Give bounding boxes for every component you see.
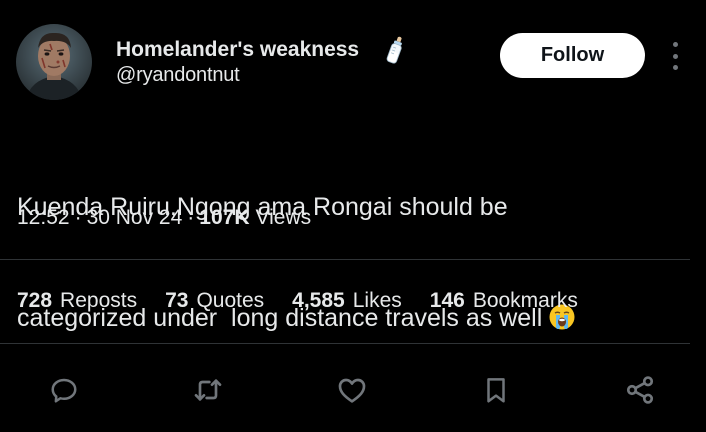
like-icon[interactable]	[334, 372, 370, 408]
views-label: Views	[255, 206, 312, 229]
views-count: 107K	[199, 206, 250, 229]
reposts-stat[interactable]: 728 Reposts	[17, 289, 137, 313]
quotes-label: Quotes	[196, 289, 265, 312]
reposts-label: Reposts	[60, 289, 138, 312]
bookmarks-count: 146	[429, 289, 465, 312]
author-handle[interactable]: @ryandontnut	[116, 64, 240, 87]
divider-top	[0, 259, 690, 260]
likes-count: 4,585	[292, 289, 345, 312]
tweet-text: Kuenda Ruiru,Ngong ama Rongai should be …	[17, 115, 677, 374]
meta-separator-1: ·	[74, 206, 82, 229]
bookmarks-label: Bookmarks	[472, 289, 578, 312]
engagement-stats: 728 Reposts 73 Quotes 4,585 Likes 146 Bookma…	[17, 289, 578, 313]
bookmarks-stat[interactable]: 146 Bookmarks	[430, 289, 578, 313]
baby-bottle-icon	[383, 36, 407, 66]
meta-separator-2: ·	[187, 206, 195, 229]
tweet-meta: 12:52 · 30 Nov 24 · 107K Views	[17, 206, 311, 230]
bookmark-icon[interactable]	[478, 372, 514, 408]
repost-icon[interactable]	[190, 372, 226, 408]
author-display-name[interactable]: Homelander's weakness	[116, 38, 359, 62]
likes-label: Likes	[352, 289, 402, 312]
dot-2	[672, 53, 678, 59]
quotes-stat[interactable]: 73 Quotes	[165, 289, 264, 313]
more-options-icon[interactable]	[664, 40, 686, 72]
dot-3	[672, 65, 678, 70]
divider-bottom	[0, 343, 690, 344]
follow-button[interactable]: Follow	[500, 33, 645, 78]
dot-1	[672, 42, 678, 47]
reply-icon[interactable]	[46, 372, 82, 408]
tweet-time[interactable]: 12:52	[17, 206, 70, 230]
avatar[interactable]	[16, 24, 92, 100]
tweet-date[interactable]: 30 Nov 24	[87, 206, 183, 230]
likes-stat[interactable]: 4,585 Likes	[292, 289, 402, 313]
share-icon[interactable]	[622, 372, 658, 408]
quotes-count: 73	[165, 289, 189, 312]
reposts-count: 728	[17, 289, 53, 312]
